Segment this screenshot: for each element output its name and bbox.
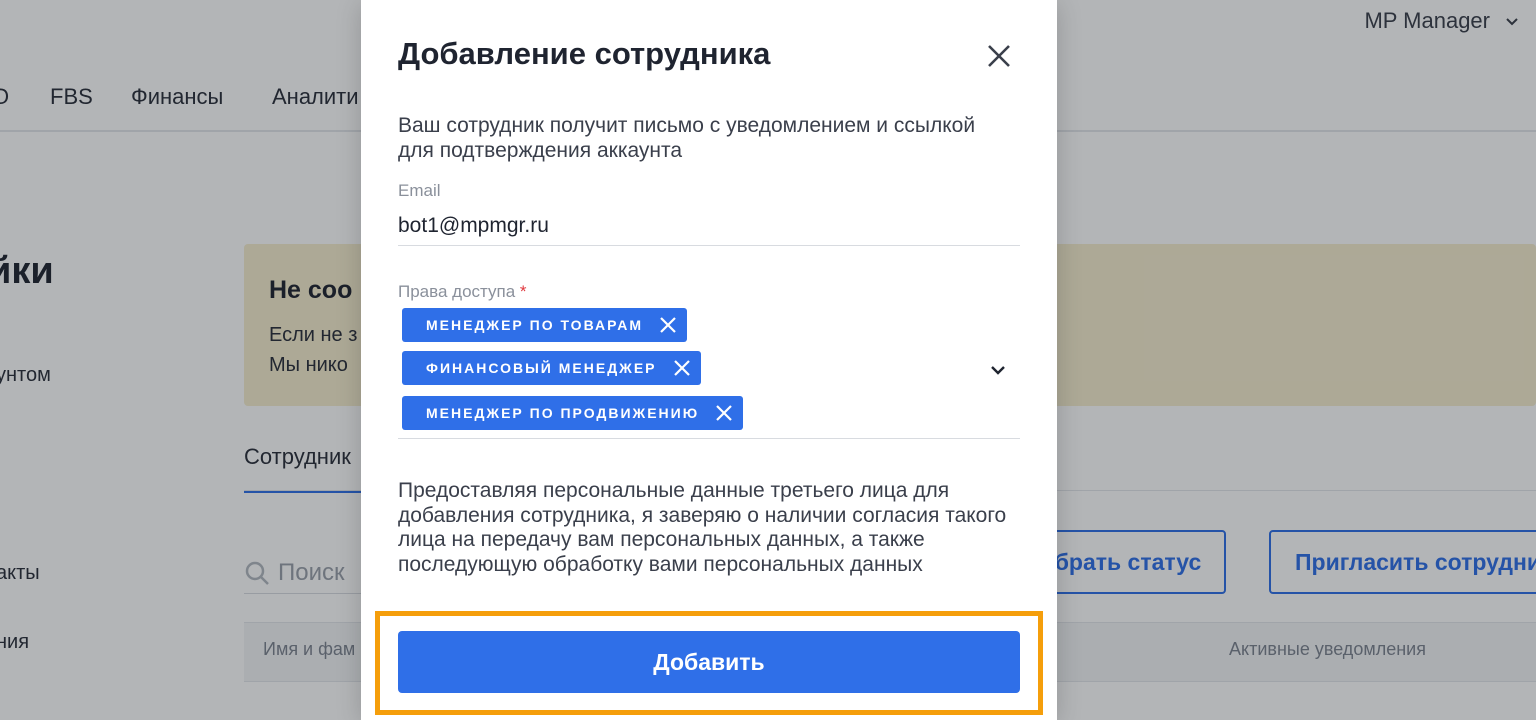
email-field[interactable] bbox=[398, 206, 1020, 246]
chip-label: МЕНЕДЖЕР ПО ПРОДВИЖЕНИЮ bbox=[426, 405, 700, 421]
access-right-chip: МЕНЕДЖЕР ПО ПРОДВИЖЕНИЮ bbox=[402, 396, 744, 430]
email-label: Email bbox=[398, 181, 441, 200]
close-icon bbox=[988, 45, 1010, 67]
remove-chip-icon[interactable] bbox=[673, 359, 691, 377]
access-right-chip: МЕНЕДЖЕР ПО ТОВАРАМ bbox=[402, 308, 687, 342]
add-button[interactable]: Добавить bbox=[398, 631, 1020, 693]
remove-chip-icon[interactable] bbox=[659, 316, 677, 334]
dialog-title: Добавление сотрудника bbox=[398, 36, 771, 71]
required-mark: * bbox=[519, 282, 527, 301]
dialog-description: Ваш сотрудник получит письмо с уведомлен… bbox=[398, 114, 976, 162]
chip-label: МЕНЕДЖЕР ПО ТОВАРАМ bbox=[426, 317, 643, 333]
chip-label: ФИНАНСОВЫЙ МЕНЕДЖЕР bbox=[426, 360, 657, 376]
add-employee-dialog: Добавление сотрудника Ваш сотрудник полу… bbox=[361, 0, 1057, 720]
remove-chip-icon[interactable] bbox=[715, 404, 733, 422]
access-right-chip: ФИНАНСОВЫЙ МЕНЕДЖЕР bbox=[402, 351, 701, 385]
close-button[interactable] bbox=[981, 38, 1017, 74]
access-rights-select[interactable]: МЕНЕДЖЕР ПО ТОВАРАМ ФИНАНСОВЫЙ МЕНЕДЖЕР … bbox=[398, 306, 1020, 439]
consent-text: Предоставляя персональные данные третьег… bbox=[398, 479, 1007, 576]
access-rights-label-text: Права доступа bbox=[398, 282, 516, 301]
access-rights-label: Права доступа * bbox=[398, 282, 527, 302]
chevron-down-icon[interactable] bbox=[988, 360, 1008, 380]
